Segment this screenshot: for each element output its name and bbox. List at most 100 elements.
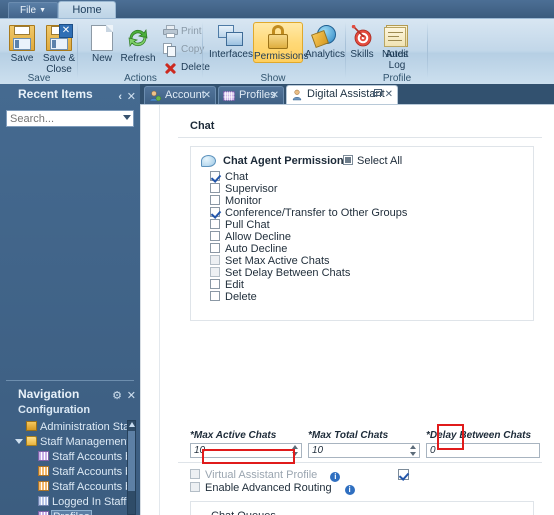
max-active-chats-input[interactable]	[191, 444, 291, 457]
scrollbar-thumb[interactable]	[128, 431, 135, 491]
navigation-scrollbar[interactable]	[127, 420, 136, 515]
ribbon-group-show-label: Show	[260, 73, 286, 84]
checkbox-icon[interactable]	[210, 195, 220, 205]
permission-row-edit[interactable]: Edit	[210, 279, 407, 291]
file-menu-button[interactable]: File ▼	[8, 2, 58, 19]
tree-item-staff-accounts-by-3[interactable]: Staff Accounts by	[12, 480, 134, 495]
chevron-down-icon[interactable]	[123, 115, 131, 120]
grid-purple-icon	[38, 451, 49, 461]
field-max-active-chats: *Max Active Chats	[190, 430, 302, 458]
search-box[interactable]	[6, 110, 134, 127]
print-button-label: Print	[181, 26, 202, 37]
spinner-icon[interactable]	[409, 445, 418, 456]
select-all-checkbox[interactable]: Select All	[343, 153, 402, 169]
ribbon-group-show: Interfaces Permissions Analytics Skills …	[203, 19, 408, 85]
navigation-title: Navigation	[18, 387, 80, 401]
ribbon-group-profile-label: Profile	[382, 73, 412, 84]
tree-item-logged-in-staff-accounts[interactable]: Logged In Staff Ac	[12, 495, 134, 510]
close-icon[interactable]: ✕	[127, 387, 136, 405]
checkbox-icon[interactable]	[210, 291, 220, 301]
permission-row-supervisor[interactable]: Supervisor	[210, 183, 407, 195]
title-bar: File ▼ Home	[0, 0, 554, 19]
copy-icon	[163, 43, 178, 57]
new-button[interactable]: New	[86, 22, 118, 65]
checkbox-indeterminate-icon	[343, 155, 353, 165]
save-button[interactable]: Save	[4, 22, 40, 65]
close-icon[interactable]: ✕	[127, 87, 136, 107]
tab-label: Account	[165, 89, 205, 101]
save-button-label: Save	[10, 53, 34, 64]
tab-home[interactable]: Home	[58, 1, 116, 19]
field-label: *Max Total Chats	[308, 430, 389, 441]
checkbox-icon[interactable]	[210, 267, 220, 277]
permission-row-conference-transfer[interactable]: Conference/Transfer to Other Groups	[210, 207, 407, 219]
tab-account[interactable]: Account ✕	[144, 86, 216, 104]
info-icon[interactable]: i	[344, 485, 355, 495]
permission-label: Auto Decline	[225, 243, 288, 255]
chevron-down-icon[interactable]	[15, 439, 23, 444]
checkbox-icon[interactable]	[210, 279, 220, 289]
chevron-down-icon: ▼	[39, 7, 47, 14]
tab-profiles[interactable]: Profiles ✕	[218, 86, 284, 104]
save-icon	[9, 25, 35, 51]
info-icon[interactable]: i	[330, 472, 341, 482]
globe-icon	[311, 25, 337, 48]
recent-items-title: Recent Items	[18, 87, 93, 101]
search-input[interactable]	[7, 111, 117, 126]
tree-item-administration-start-page[interactable]: Administration Start P	[12, 420, 134, 435]
checkbox-icon[interactable]	[210, 231, 220, 241]
grid-orange-icon	[38, 481, 49, 491]
tree-item-staff-accounts-by-1[interactable]: Staff Accounts by	[12, 450, 134, 465]
chat-bubble-icon	[201, 155, 216, 167]
chat-queues-title: Chat Queues	[211, 510, 276, 515]
checkbox-icon[interactable]	[190, 482, 200, 492]
max-total-chats-input-wrap[interactable]	[308, 443, 420, 458]
tab-digital-assistant[interactable]: Digital Assistant ✕	[286, 85, 398, 104]
virtual-assistant-enabled-checkbox[interactable]	[398, 469, 409, 480]
permission-row-auto-decline[interactable]: Auto Decline	[210, 243, 407, 255]
option-row-enable-advanced-routing[interactable]: Enable Advanced Routing i	[190, 482, 355, 495]
tree-item-profiles[interactable]: Profiles	[12, 510, 134, 515]
ribbon-group-save: Save ✕ Save & Close Save	[0, 19, 78, 85]
restore-icon[interactable]	[373, 89, 382, 97]
checkbox-icon[interactable]	[210, 255, 220, 265]
checkbox-icon[interactable]	[210, 219, 220, 229]
tree-item-label: Profiles	[51, 510, 92, 515]
permissions-button[interactable]: Permissions	[253, 22, 308, 63]
close-icon[interactable]: ✕	[271, 87, 279, 104]
notes-button[interactable]: Notes	[376, 24, 414, 61]
permission-row-allow-decline[interactable]: Allow Decline	[210, 231, 407, 243]
option-label: Virtual Assistant Profile	[205, 469, 318, 481]
tree-item-staff-accounts-by-2[interactable]: Staff Accounts by	[12, 465, 134, 480]
permission-row-monitor[interactable]: Monitor	[210, 195, 407, 207]
checkbox-icon[interactable]	[210, 183, 220, 193]
permission-row-set-max-active-chats[interactable]: Set Max Active Chats	[210, 255, 407, 267]
scroll-up-icon[interactable]	[129, 422, 135, 427]
delay-between-chats-input[interactable]	[427, 444, 539, 457]
max-total-chats-input[interactable]	[309, 444, 409, 457]
tree-item-staff-management[interactable]: Staff Management	[12, 435, 134, 450]
checkbox-icon[interactable]	[210, 171, 220, 181]
field-label: *Max Active Chats	[190, 430, 277, 441]
option-row-virtual-assistant-profile[interactable]: Virtual Assistant Profile i	[190, 469, 355, 482]
gear-icon[interactable]: ⚙	[112, 387, 122, 405]
divider	[178, 462, 542, 463]
permission-row-chat[interactable]: Chat	[210, 171, 407, 183]
spinner-icon[interactable]	[291, 445, 300, 456]
permission-row-set-delay-between-chats[interactable]: Set Delay Between Chats	[210, 267, 407, 279]
interfaces-button[interactable]: Interfaces	[207, 22, 255, 61]
delay-between-chats-input-wrap[interactable]	[426, 443, 540, 458]
refresh-button[interactable]: Refresh	[118, 22, 158, 65]
max-active-chats-input-wrap[interactable]	[190, 443, 302, 458]
analytics-button[interactable]: Analytics	[302, 22, 348, 61]
save-and-close-button[interactable]: ✕ Save & Close	[40, 22, 78, 76]
permission-row-pull-chat[interactable]: Pull Chat	[210, 219, 407, 231]
permission-row-delete[interactable]: Delete	[210, 291, 407, 303]
close-icon[interactable]: ✕	[203, 87, 211, 104]
checkbox-icon[interactable]	[210, 207, 220, 217]
collapse-icon[interactable]: ‹	[118, 87, 122, 107]
recent-items-header: Recent Items ‹ ✕	[0, 84, 140, 104]
checkbox-icon[interactable]	[210, 243, 220, 253]
checkbox-icon[interactable]	[190, 469, 200, 479]
close-icon[interactable]: ✕	[385, 86, 393, 103]
